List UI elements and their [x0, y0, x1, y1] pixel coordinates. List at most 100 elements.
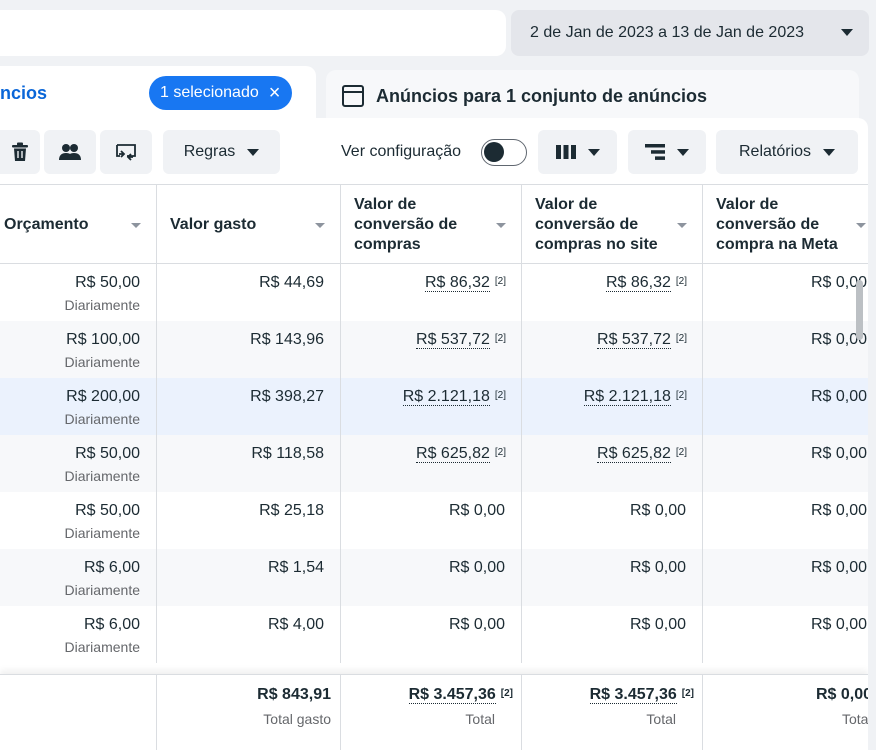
total-site-label: Total	[646, 711, 676, 727]
date-range-button[interactable]: 2 de Jan de 2023 a 13 de Jan de 2023	[511, 10, 869, 56]
date-range-label: 2 de Jan de 2023 a 13 de Jan de 2023	[530, 24, 805, 41]
budget-value: R$ 50,00	[75, 502, 140, 519]
window-icon	[342, 85, 364, 107]
cell-site-purchase-conversion-value[interactable]: R$ 86,32 [2]	[522, 264, 703, 321]
search-bar[interactable]	[0, 10, 506, 56]
budget-value: R$ 6,00	[83, 616, 140, 633]
total-site-value[interactable]: R$ 3.457,36 [2]	[589, 685, 694, 705]
budget-value: R$ 6,00	[83, 559, 140, 576]
meta-value: R$ 0,00	[811, 559, 868, 576]
cell-purchase-conversion-value: R$ 0,00	[341, 492, 522, 549]
vertical-scrollbar[interactable]	[856, 280, 863, 340]
footnote-marker: [2]	[494, 276, 506, 287]
footnote-marker: [2]	[494, 390, 506, 401]
table-row[interactable]: R$ 6,00 Diariamente R$ 1,54 R$ 0,00 R$ 0,00 R…	[0, 549, 868, 606]
footnote-marker: [2]	[675, 447, 687, 458]
sort-icon[interactable]	[131, 223, 141, 228]
reports-dropdown[interactable]: Relatórios	[716, 130, 858, 174]
delete-button[interactable]	[0, 130, 40, 174]
column-header-budget[interactable]: Orçamento	[0, 185, 157, 265]
column-header-label: Orçamento	[4, 216, 89, 233]
cell-meta-purchase-conversion-value: R$ 0,00	[703, 492, 868, 549]
cell-purchase-conversion-value[interactable]: R$ 625,82 [2]	[341, 435, 522, 492]
cell-site-purchase-conversion-value[interactable]: R$ 537,72 [2]	[522, 321, 703, 378]
cell-purchase-conversion-value[interactable]: R$ 537,72 [2]	[341, 321, 522, 378]
site-value[interactable]: R$ 86,32 [2]	[605, 273, 687, 293]
table-header: Orçamento Valor gasto Valor de conversão…	[0, 184, 868, 265]
sort-icon[interactable]	[856, 223, 866, 228]
close-icon[interactable]: ×	[269, 83, 281, 103]
footnote-marker: [2]	[494, 447, 506, 458]
table-row[interactable]: R$ 100,00 Diariamente R$ 143,96 R$ 537,72 [2…	[0, 321, 868, 378]
breakdown-dropdown[interactable]	[628, 130, 706, 174]
spent-value: R$ 398,27	[250, 388, 324, 405]
total-conv-label: Total	[465, 711, 495, 727]
footnote-marker: [2]	[681, 688, 694, 699]
cell-budget[interactable]: R$ 50,00 Diariamente	[0, 264, 157, 321]
toggle-knob	[484, 142, 504, 162]
site-value[interactable]: R$ 2.121,18 [2]	[583, 387, 687, 407]
table-row[interactable]: R$ 50,00 Diariamente R$ 25,18 R$ 0,00 R$ 0,0…	[0, 492, 868, 549]
table-row[interactable]: R$ 6,00 Diariamente R$ 4,00 R$ 0,00 R$ 0,00 R…	[0, 606, 868, 663]
column-header-label: Valor de conversão de compra na Meta	[716, 196, 838, 253]
cell-spent: R$ 4,00	[157, 606, 341, 663]
conv-value[interactable]: R$ 625,82 [2]	[416, 444, 506, 464]
spent-value: R$ 143,96	[250, 331, 324, 348]
column-header-site-purchase-conversion-value[interactable]: Valor de conversão de compras no site	[522, 185, 703, 265]
cell-budget[interactable]: R$ 50,00 Diariamente	[0, 492, 157, 549]
tab-ads-for-adset-label: Anúncios para 1 conjunto de anúncios	[376, 85, 708, 106]
sort-icon[interactable]	[677, 223, 687, 228]
conv-amount: R$ 86,32	[424, 274, 490, 292]
sort-icon[interactable]	[496, 223, 506, 228]
total-conv-value[interactable]: R$ 3.457,36 [2]	[408, 685, 513, 705]
tab-ads-label: ncios	[0, 83, 48, 103]
table-row[interactable]: R$ 50,00 Diariamente R$ 118,58 R$ 625,82 [2]…	[0, 435, 868, 492]
chevron-down-icon	[247, 148, 260, 156]
total-spent-value: R$ 843,91	[257, 686, 331, 703]
cell-budget[interactable]: R$ 6,00 Diariamente	[0, 549, 157, 606]
site-amount: R$ 2.121,18	[583, 388, 671, 406]
tab-ads-for-adset[interactable]: Anúncios para 1 conjunto de anúncios	[326, 70, 859, 122]
spent-value: R$ 4,00	[267, 616, 324, 633]
site-value[interactable]: R$ 537,72 [2]	[597, 330, 687, 350]
columns-dropdown[interactable]	[538, 130, 617, 174]
rules-label: Regras	[183, 143, 236, 160]
conv-value[interactable]: R$ 2.121,18 [2]	[402, 387, 506, 407]
cell-purchase-conversion-value[interactable]: R$ 86,32 [2]	[341, 264, 522, 321]
cell-purchase-conversion-value: R$ 0,00	[341, 549, 522, 606]
table-row[interactable]: R$ 200,00 Diariamente R$ 398,27 R$ 2.121,18…	[0, 378, 868, 435]
cell-site-purchase-conversion-value: R$ 0,00	[522, 549, 703, 606]
cell-budget[interactable]: R$ 6,00 Diariamente	[0, 606, 157, 663]
conv-value[interactable]: R$ 86,32 [2]	[424, 273, 506, 293]
view-config-toggle[interactable]	[481, 139, 527, 166]
meta-value: R$ 0,00	[811, 445, 868, 462]
rules-dropdown[interactable]: Regras	[163, 130, 280, 174]
sort-icon[interactable]	[315, 223, 325, 228]
column-header-spent[interactable]: Valor gasto	[157, 185, 341, 265]
cell-site-purchase-conversion-value[interactable]: R$ 2.121,18 [2]	[522, 378, 703, 435]
column-header-meta-purchase-conversion-value[interactable]: Valor de conversão de compra na Meta	[703, 185, 868, 265]
page-background-strip	[868, 118, 876, 750]
cell-budget[interactable]: R$ 200,00 Diariamente	[0, 378, 157, 435]
conv-amount: R$ 537,72	[416, 331, 490, 349]
cell-budget[interactable]: R$ 100,00 Diariamente	[0, 321, 157, 378]
conv-value[interactable]: R$ 537,72 [2]	[416, 330, 506, 350]
table-row[interactable]: R$ 50,00 Diariamente R$ 44,69 R$ 86,32 [2] R$…	[0, 264, 868, 321]
cell-site-purchase-conversion-value[interactable]: R$ 625,82 [2]	[522, 435, 703, 492]
selected-filter-pill[interactable]: 1 selecionado ×	[149, 76, 293, 110]
site-value: R$ 0,00	[629, 559, 686, 576]
cell-spent: R$ 143,96	[157, 321, 341, 378]
column-header-purchase-conversion-value[interactable]: Valor de conversão de compras	[341, 185, 522, 265]
conv-amount: R$ 2.121,18	[402, 388, 490, 406]
budget-value: R$ 100,00	[66, 331, 140, 348]
table-footer-totals: R$ 843,91 Total gasto R$ 3.457,36 [2] Tot…	[0, 674, 868, 750]
footnote-marker: [2]	[675, 276, 687, 287]
preview-button[interactable]	[100, 130, 152, 174]
audience-button[interactable]	[44, 130, 96, 174]
cell-spent: R$ 1,54	[157, 549, 341, 606]
cell-purchase-conversion-value[interactable]: R$ 2.121,18 [2]	[341, 378, 522, 435]
footnote-marker: [2]	[494, 333, 506, 344]
cell-budget[interactable]: R$ 50,00 Diariamente	[0, 435, 157, 492]
site-value[interactable]: R$ 625,82 [2]	[597, 444, 687, 464]
total-cell-budget	[0, 675, 157, 750]
